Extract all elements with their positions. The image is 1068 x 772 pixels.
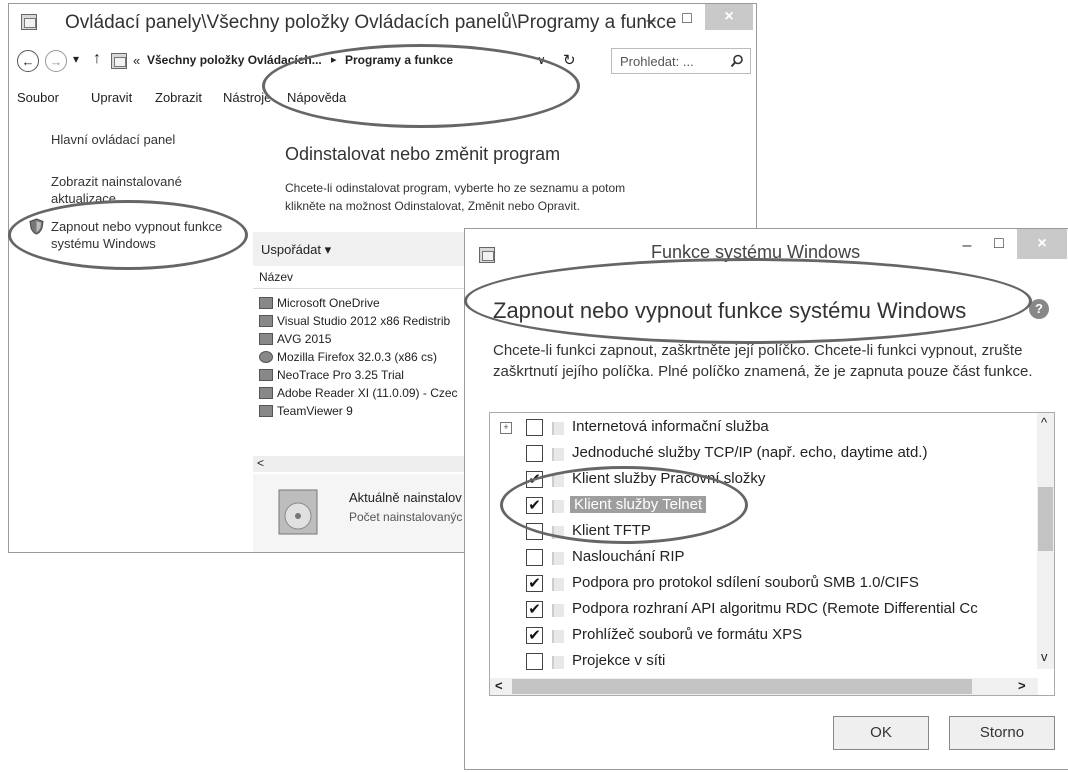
detail-title: Aktuálně nainstalov bbox=[349, 490, 462, 505]
folder-icon bbox=[552, 422, 564, 435]
folder-icon bbox=[552, 656, 564, 669]
page-description-line2: klikněte na možnost Odinstalovat, Změnit… bbox=[285, 199, 580, 213]
location-icon bbox=[111, 53, 127, 69]
feature-label: Projekce v síti bbox=[572, 652, 666, 669]
feature-row[interactable]: ✔ Podpora pro protokol sdílení souborů S… bbox=[490, 571, 1010, 597]
feature-checkbox[interactable] bbox=[526, 419, 543, 436]
firefox-icon bbox=[259, 351, 273, 363]
up-button[interactable]: ↑ bbox=[93, 50, 101, 68]
close-button[interactable]: × bbox=[705, 4, 753, 30]
feature-row[interactable]: ✔ Podpora rozhraní API algoritmu RDC (Re… bbox=[490, 597, 1010, 623]
feature-label: Podpora pro protokol sdílení souborů SMB… bbox=[572, 574, 919, 591]
teamviewer-icon bbox=[259, 405, 273, 417]
feature-row[interactable]: Projekce v síti bbox=[490, 649, 1010, 675]
list-item[interactable]: AVG 2015 bbox=[259, 332, 331, 346]
features-tree: + Internetová informační služba Jednoduc… bbox=[489, 412, 1055, 696]
folder-icon bbox=[552, 604, 564, 617]
menu-edit[interactable]: Upravit bbox=[91, 90, 132, 105]
horizontal-scroll-thumb[interactable] bbox=[512, 679, 972, 694]
adobe-icon bbox=[259, 387, 273, 399]
recent-pages-dropdown-icon[interactable]: ▾ bbox=[73, 52, 79, 66]
maximize-button[interactable]: □ bbox=[669, 6, 705, 32]
list-item[interactable]: Mozilla Firefox 32.0.3 (x86 cs) bbox=[259, 350, 437, 364]
highlight-oval-sidebar bbox=[8, 200, 248, 270]
expand-icon[interactable]: + bbox=[500, 422, 512, 434]
installer-icon bbox=[259, 369, 273, 381]
vertical-scroll-thumb[interactable] bbox=[1038, 487, 1053, 551]
list-item[interactable]: Visual Studio 2012 x86 Redistrib bbox=[259, 314, 450, 328]
help-icon[interactable]: ? bbox=[1029, 299, 1049, 319]
scroll-left-button[interactable]: < bbox=[495, 678, 503, 693]
folder-icon bbox=[552, 630, 564, 643]
installed-programs-icon bbox=[278, 489, 318, 535]
feature-checkbox[interactable] bbox=[526, 653, 543, 670]
folder-icon bbox=[552, 578, 564, 591]
feature-checkbox[interactable]: ✔ bbox=[526, 575, 543, 592]
highlight-oval-dialog-heading bbox=[464, 258, 1032, 344]
feature-label: Prohlížeč souborů ve formátu XPS bbox=[572, 626, 803, 643]
feature-label: Podpora rozhraní API algoritmu RDC (Remo… bbox=[572, 600, 978, 617]
menu-view[interactable]: Zobrazit bbox=[155, 90, 202, 105]
scroll-up-button[interactable]: ^ bbox=[1041, 415, 1047, 430]
refresh-button[interactable]: ↻ bbox=[563, 51, 576, 69]
list-item[interactable]: Adobe Reader XI (11.0.09) - Czec bbox=[259, 386, 458, 400]
address-overflow[interactable]: « bbox=[133, 53, 140, 68]
organize-button[interactable]: Uspořádat ▾ bbox=[261, 242, 331, 258]
folder-icon bbox=[552, 448, 564, 461]
detail-subtitle: Počet nainstalovanýc bbox=[349, 510, 463, 524]
scroll-right-button[interactable]: > bbox=[1018, 678, 1026, 693]
sidebar-item-home[interactable]: Hlavní ovládací panel bbox=[51, 132, 175, 147]
back-button[interactable]: ← bbox=[17, 50, 39, 72]
list-item[interactable]: TeamViewer 9 bbox=[259, 404, 353, 418]
cancel-button[interactable]: Storno bbox=[949, 716, 1055, 750]
feature-row[interactable]: ✔ Prohlížeč souborů ve formátu XPS bbox=[490, 623, 1010, 649]
feature-row[interactable]: + Internetová informační služba bbox=[490, 415, 1010, 441]
minimize-button[interactable]: – bbox=[633, 8, 669, 34]
feature-checkbox[interactable] bbox=[526, 549, 543, 566]
title-bar: Ovládací panely\Všechny položky Ovládací… bbox=[9, 4, 756, 42]
scroll-left-button[interactable]: < bbox=[257, 456, 264, 470]
search-icon bbox=[730, 54, 743, 68]
menu-file[interactable]: Soubor bbox=[17, 90, 59, 105]
page-title: Odinstalovat nebo změnit program bbox=[285, 144, 561, 164]
highlight-oval-telnet bbox=[500, 466, 748, 544]
ok-button[interactable]: OK bbox=[833, 716, 929, 750]
search-placeholder: Prohledat: ... bbox=[620, 54, 694, 69]
page-description-line1: Chcete-li odinstalovat program, vyberte … bbox=[285, 181, 626, 195]
horizontal-scrollbar[interactable]: < bbox=[253, 456, 473, 472]
feature-label: Naslouchání RIP bbox=[572, 548, 685, 565]
installer-icon bbox=[259, 315, 273, 327]
feature-checkbox[interactable]: ✔ bbox=[526, 601, 543, 618]
windows-features-icon bbox=[479, 247, 495, 263]
window-title: Ovládací panely\Všechny položky Ovládací… bbox=[65, 12, 677, 33]
avg-icon bbox=[259, 333, 273, 345]
horizontal-scrollbar[interactable]: < > bbox=[490, 678, 1038, 695]
feature-label: Internetová informační služba bbox=[572, 418, 769, 435]
list-item[interactable]: NeoTrace Pro 3.25 Trial bbox=[259, 368, 404, 382]
highlight-oval-address bbox=[262, 44, 580, 128]
sidebar-item-updates[interactable]: Zobrazit nainstalované bbox=[51, 174, 182, 189]
minimize-button[interactable]: – bbox=[949, 233, 985, 259]
onedrive-icon bbox=[259, 297, 273, 309]
feature-checkbox[interactable] bbox=[526, 445, 543, 462]
column-header-name[interactable]: Název bbox=[259, 270, 293, 284]
control-panel-icon bbox=[21, 14, 37, 30]
forward-button[interactable]: → bbox=[45, 50, 67, 72]
feature-checkbox[interactable]: ✔ bbox=[526, 627, 543, 644]
feature-row[interactable]: Naslouchání RIP bbox=[490, 545, 1010, 571]
vertical-scrollbar[interactable]: ^ v bbox=[1037, 413, 1054, 669]
feature-row[interactable]: Jednoduché služby TCP/IP (např. echo, da… bbox=[490, 441, 1010, 467]
maximize-button[interactable]: □ bbox=[981, 231, 1017, 257]
scroll-down-button[interactable]: v bbox=[1041, 649, 1048, 664]
list-item[interactable]: Microsoft OneDrive bbox=[259, 296, 380, 310]
dialog-description: Chcete-li funkci zapnout, zaškrtněte jej… bbox=[493, 342, 1033, 380]
folder-icon bbox=[552, 552, 564, 565]
feature-label: Jednoduché služby TCP/IP (např. echo, da… bbox=[572, 444, 928, 461]
close-button[interactable]: × bbox=[1017, 229, 1067, 259]
search-input[interactable]: Prohledat: ... bbox=[611, 48, 751, 74]
